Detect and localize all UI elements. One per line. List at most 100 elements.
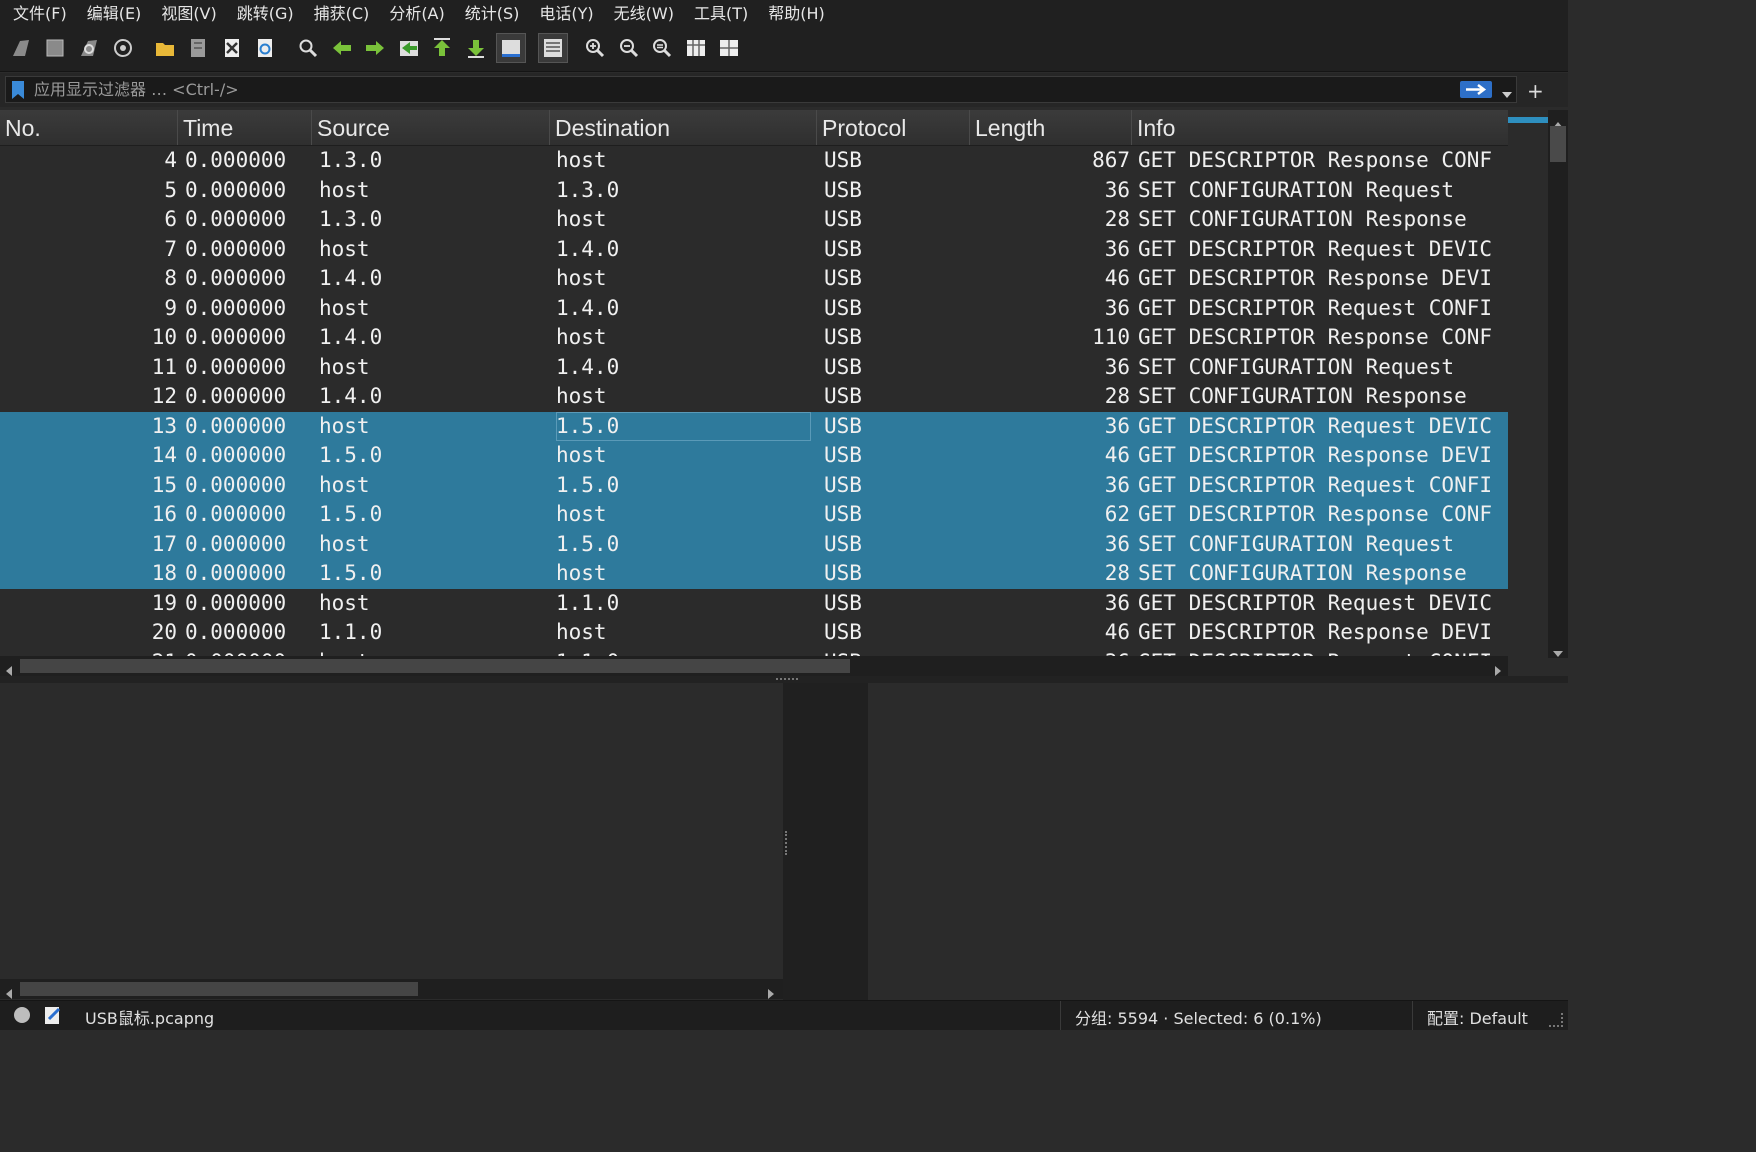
restart-capture-icon[interactable] xyxy=(78,37,100,59)
horizontal-scrollbar[interactable] xyxy=(0,656,1508,676)
main-toolbar xyxy=(0,27,1568,72)
status-bar: USB鼠标.pcapng 分组: 5594 · Selected: 6 (0.1… xyxy=(0,1000,1568,1030)
table-row[interactable]: 20 0.000000 1.1.0 host USB 46 GET DESCRIPTOR R… xyxy=(0,618,1508,648)
cell-src: host xyxy=(319,531,370,556)
cell-proto: USB xyxy=(824,325,862,349)
table-row[interactable]: 18 0.000000 1.5.0 host USB 28 SET CONFIGURATIO… xyxy=(0,559,1508,589)
table-row[interactable]: 4 0.000000 1.3.0 host USB 867 GET DESCRIPTOR R… xyxy=(0,146,1508,176)
close-file-icon[interactable] xyxy=(221,37,243,59)
cell-len: 110 xyxy=(1092,325,1130,349)
resize-grip-icon[interactable] xyxy=(1549,1013,1563,1027)
open-file-icon[interactable] xyxy=(154,37,176,59)
find-packet-icon[interactable] xyxy=(297,37,319,59)
vertical-scrollbar[interactable] xyxy=(1548,110,1568,658)
cell-info: SET CONFIGURATION Response xyxy=(1138,384,1467,408)
cell-src: 1.3.0 xyxy=(319,148,383,172)
menu-item-8[interactable]: 无线(W) xyxy=(604,0,684,27)
cell-dst: host xyxy=(556,561,607,585)
details-horizontal-scrollbar[interactable] xyxy=(0,979,783,999)
table-row[interactable]: 9 0.000000 host 1.4.0 USB 36 GET DESCRIPTOR Re… xyxy=(0,294,1508,324)
auto-scroll-icon[interactable] xyxy=(496,33,526,63)
cell-no: 14 xyxy=(151,443,177,467)
capture-comment-icon[interactable] xyxy=(44,1005,62,1029)
stop-capture-icon[interactable] xyxy=(44,37,66,59)
column-header-protocol[interactable]: Protocol xyxy=(817,110,970,145)
table-row[interactable]: 8 0.000000 1.4.0 host USB 46 GET DESCRIPTOR Re… xyxy=(0,264,1508,294)
column-header-destination[interactable]: Destination xyxy=(550,110,817,145)
normal-size-icon[interactable] xyxy=(651,37,673,59)
go-back-icon[interactable] xyxy=(331,37,353,59)
pane-vertical-splitter[interactable] xyxy=(783,683,868,1000)
table-row[interactable]: 12 0.000000 1.4.0 host USB 28 SET CONFIGURATIO… xyxy=(0,382,1508,412)
cell-proto: USB xyxy=(824,177,862,202)
column-header-time[interactable]: Time xyxy=(178,110,312,145)
table-row[interactable]: 14 0.000000 1.5.0 host USB 46 GET DESCRIPTOR R… xyxy=(0,441,1508,471)
table-row[interactable]: 17 0.000000 host 1.5.0 USB 36 SET CONFIGURATIO… xyxy=(0,529,1508,559)
cell-len: 36 xyxy=(1104,295,1130,320)
cell-info: GET DESCRIPTOR Response CONF xyxy=(1138,148,1493,172)
go-to-packet-icon[interactable] xyxy=(398,37,420,59)
cell-time: 0.000000 xyxy=(185,177,287,202)
packet-rows: 4 0.000000 1.3.0 host USB 867 GET DESCRIPTOR R… xyxy=(0,146,1508,658)
cell-dst: 1.1.0 xyxy=(556,590,620,615)
go-forward-icon[interactable] xyxy=(364,37,386,59)
column-header-source[interactable]: Source xyxy=(312,110,550,145)
vertical-scroll-thumb[interactable] xyxy=(1550,126,1566,162)
menu-item-5[interactable]: 分析(A) xyxy=(379,0,454,27)
profile-status[interactable]: 配置: Default xyxy=(1427,1005,1528,1029)
table-row[interactable]: 7 0.000000 host 1.4.0 USB 36 GET DESCRIPTOR Re… xyxy=(0,235,1508,265)
table-row[interactable]: 19 0.000000 host 1.1.0 USB 36 GET DESCRIPTOR R… xyxy=(0,589,1508,619)
packet-list-header: No. Time Source Destination Protocol Len… xyxy=(0,110,1508,146)
details-scroll-thumb[interactable] xyxy=(20,982,418,996)
cell-len: 36 xyxy=(1104,236,1130,261)
resize-columns-icon[interactable] xyxy=(685,37,707,59)
cell-len: 28 xyxy=(1104,384,1130,408)
capture-options-icon[interactable] xyxy=(112,37,134,59)
menu-item-0[interactable]: 文件(F) xyxy=(0,0,77,27)
cell-info: GET DESCRIPTOR Request CONFI xyxy=(1138,295,1493,320)
column-header-info[interactable]: Info xyxy=(1132,110,1508,145)
table-row[interactable]: 10 0.000000 1.4.0 host USB 110 GET DESCRIPTOR … xyxy=(0,323,1508,353)
save-file-icon[interactable] xyxy=(187,37,209,59)
menu-item-10[interactable]: 帮助(H) xyxy=(758,0,835,27)
pane-splitter[interactable] xyxy=(0,676,1568,683)
zoom-in-icon[interactable] xyxy=(584,37,606,59)
menu-item-7[interactable]: 电话(Y) xyxy=(529,0,603,27)
chevron-down-icon[interactable] xyxy=(1502,85,1512,104)
scroll-right-icon[interactable] xyxy=(1494,661,1502,676)
table-row[interactable]: 15 0.000000 host 1.5.0 USB 36 GET DESCRIPTOR R… xyxy=(0,470,1508,500)
table-row[interactable]: 11 0.000000 host 1.4.0 USB 36 SET CONFIGURATIO… xyxy=(0,353,1508,383)
go-to-first-icon[interactable] xyxy=(431,37,453,59)
add-filter-button-icon[interactable]: + xyxy=(1527,79,1544,103)
menu-item-4[interactable]: 捕获(C) xyxy=(304,0,380,27)
table-row[interactable]: 5 0.000000 host 1.3.0 USB 36 SET CONFIGURATION… xyxy=(0,176,1508,206)
table-row[interactable]: 13 0.000000 host 1.5.0 USB 36 GET DESCRIPTOR R… xyxy=(0,411,1508,441)
cell-info: GET DESCRIPTOR Response CONF xyxy=(1138,502,1493,526)
column-header-no[interactable]: No. xyxy=(0,110,178,145)
table-row[interactable]: 16 0.000000 1.5.0 host USB 62 GET DESCRIPTOR R… xyxy=(0,500,1508,530)
menu-item-2[interactable]: 视图(V) xyxy=(151,0,226,27)
display-filter-input[interactable] xyxy=(34,77,1434,102)
menu-item-3[interactable]: 跳转(G) xyxy=(227,0,304,27)
menu-item-1[interactable]: 编辑(E) xyxy=(77,0,152,27)
go-to-last-icon[interactable] xyxy=(465,37,487,59)
bookmark-icon[interactable] xyxy=(12,81,24,103)
cell-dst: 1.4.0 xyxy=(556,354,620,379)
scroll-down-icon[interactable] xyxy=(1553,643,1563,662)
column-header-length[interactable]: Length xyxy=(970,110,1132,145)
horizontal-scroll-thumb[interactable] xyxy=(20,659,850,673)
table-row[interactable]: 6 0.000000 1.3.0 host USB 28 SET CONFIGURATION… xyxy=(0,205,1508,235)
cell-time: 0.000000 xyxy=(185,148,287,172)
layout-panes-icon[interactable] xyxy=(718,37,740,59)
zoom-out-icon[interactable] xyxy=(618,37,640,59)
apply-filter-icon[interactable] xyxy=(1460,81,1492,98)
cell-len: 46 xyxy=(1104,266,1130,290)
capture-filename: USB鼠标.pcapng xyxy=(85,1009,215,1028)
scroll-left-icon[interactable] xyxy=(5,661,13,676)
reload-file-icon[interactable] xyxy=(254,37,276,59)
start-capture-icon[interactable] xyxy=(10,37,32,59)
menu-item-9[interactable]: 工具(T) xyxy=(684,0,758,27)
menu-item-6[interactable]: 统计(S) xyxy=(455,0,530,27)
expert-info-icon[interactable] xyxy=(13,1006,31,1028)
colorize-icon[interactable] xyxy=(538,33,568,63)
